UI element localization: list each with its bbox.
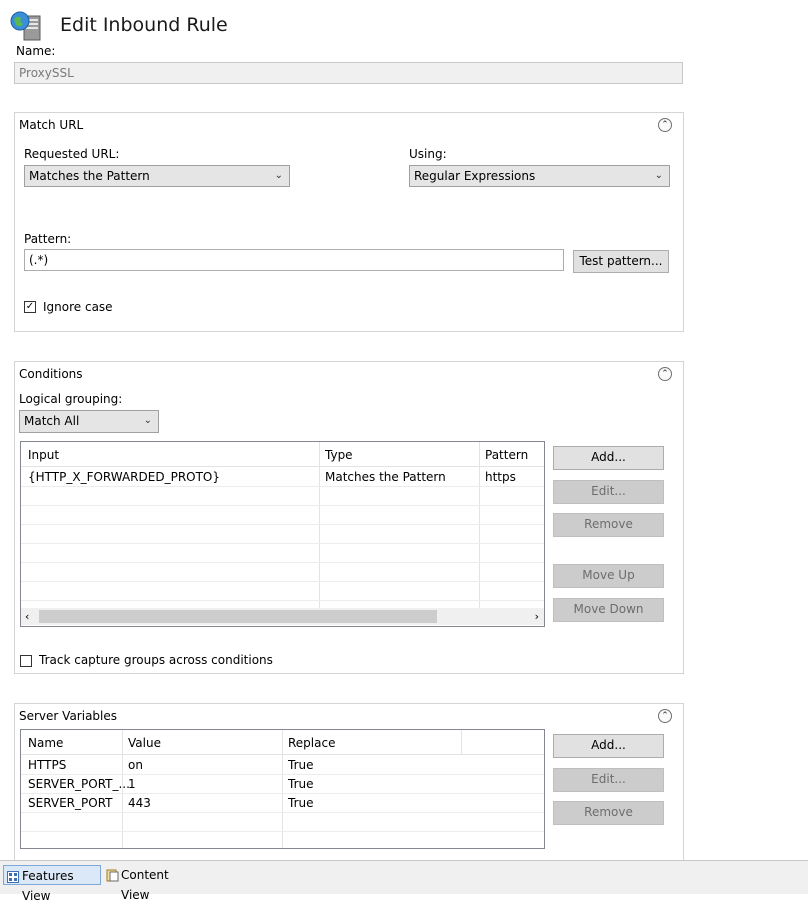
ignore-case-checkbox[interactable]: ✓: [24, 301, 36, 313]
content-view-tab[interactable]: Content View: [103, 865, 203, 902]
server-variables-collapse-icon[interactable]: ⌃: [658, 709, 672, 723]
conditions-grid[interactable]: Input Type Pattern {HTTP_X_FORWARDED_PRO…: [20, 441, 545, 627]
page-title: Edit Inbound Rule: [60, 14, 228, 36]
logical-grouping-select[interactable]: Match All ⌄: [19, 410, 159, 433]
name-label: Name:: [16, 44, 56, 58]
condition-remove-button[interactable]: Remove: [553, 513, 664, 537]
column-header-pattern[interactable]: Pattern: [485, 446, 528, 464]
content-view-label: Content View: [121, 868, 169, 902]
variable-replace-cell: True: [288, 777, 314, 791]
variable-replace-cell: True: [288, 796, 314, 810]
horizontal-scrollbar[interactable]: ‹ ›: [21, 608, 544, 625]
scrollbar-thumb[interactable]: [39, 610, 437, 623]
features-view-label: Features View: [22, 869, 74, 903]
variable-remove-button[interactable]: Remove: [553, 801, 664, 825]
using-value: Regular Expressions: [414, 169, 536, 183]
features-view-icon: [7, 869, 19, 883]
pattern-label: Pattern:: [24, 232, 72, 246]
match-url-collapse-icon[interactable]: ⌃: [658, 118, 672, 132]
requested-url-select[interactable]: Matches the Pattern ⌄: [24, 165, 290, 187]
chevron-down-icon: ⌄: [654, 170, 663, 181]
condition-edit-button[interactable]: Edit...: [553, 480, 664, 504]
variable-add-button[interactable]: Add...: [553, 734, 664, 758]
variable-name-cell: HTTPS: [28, 758, 67, 772]
status-bar: Features View Content View: [0, 860, 808, 903]
variable-value-cell: 443: [128, 796, 151, 810]
column-header-input[interactable]: Input: [28, 446, 59, 464]
features-view-tab[interactable]: Features View: [3, 865, 101, 903]
conditions-title: Conditions: [19, 367, 83, 381]
scroll-left-icon[interactable]: ‹: [25, 608, 29, 625]
name-field[interactable]: ProxySSL: [14, 62, 683, 84]
requested-url-label: Requested URL:: [24, 147, 120, 161]
pattern-input[interactable]: (.*): [24, 249, 564, 271]
condition-pattern-cell: https: [485, 470, 516, 484]
scroll-right-icon[interactable]: ›: [535, 608, 539, 625]
column-header-name[interactable]: Name: [28, 734, 63, 752]
condition-move-down-button[interactable]: Move Down: [553, 598, 664, 622]
column-header-type[interactable]: Type: [325, 446, 353, 464]
logical-grouping-label: Logical grouping:: [19, 392, 123, 406]
server-variables-title: Server Variables: [19, 709, 118, 723]
conditions-collapse-icon[interactable]: ⌃: [658, 367, 672, 381]
column-header-replace[interactable]: Replace: [288, 734, 335, 752]
variable-name-cell: SERVER_PORT: [28, 796, 113, 810]
variable-value-cell: on: [128, 758, 143, 772]
chevron-down-icon: ⌄: [143, 415, 152, 426]
track-capture-label: Track capture groups across conditions: [39, 653, 273, 667]
rule-icon: [10, 10, 44, 42]
requested-url-value: Matches the Pattern: [29, 169, 150, 183]
using-label: Using:: [409, 147, 447, 161]
condition-input-cell: {HTTP_X_FORWARDED_PROTO}: [28, 470, 221, 484]
match-url-panel: [14, 112, 684, 332]
variable-edit-button[interactable]: Edit...: [553, 768, 664, 792]
content-view-icon: [106, 868, 119, 882]
using-select[interactable]: Regular Expressions ⌄: [409, 165, 670, 187]
chevron-down-icon: ⌄: [274, 170, 283, 181]
variable-name-cell: SERVER_PORT_...: [28, 777, 130, 791]
logical-grouping-value: Match All: [24, 414, 80, 428]
column-header-value[interactable]: Value: [128, 734, 161, 752]
variable-value-cell: 1: [128, 777, 136, 791]
test-pattern-button[interactable]: Test pattern...: [573, 250, 669, 273]
match-url-title: Match URL: [19, 118, 84, 132]
condition-add-button[interactable]: Add...: [553, 446, 664, 470]
condition-move-up-button[interactable]: Move Up: [553, 564, 664, 588]
ignore-case-label: Ignore case: [43, 300, 113, 314]
variable-replace-cell: True: [288, 758, 314, 772]
condition-type-cell: Matches the Pattern: [325, 470, 446, 484]
server-variables-grid[interactable]: Name Value Replace HTTPS on True SERVER_…: [20, 729, 545, 849]
track-capture-checkbox[interactable]: [20, 655, 32, 667]
